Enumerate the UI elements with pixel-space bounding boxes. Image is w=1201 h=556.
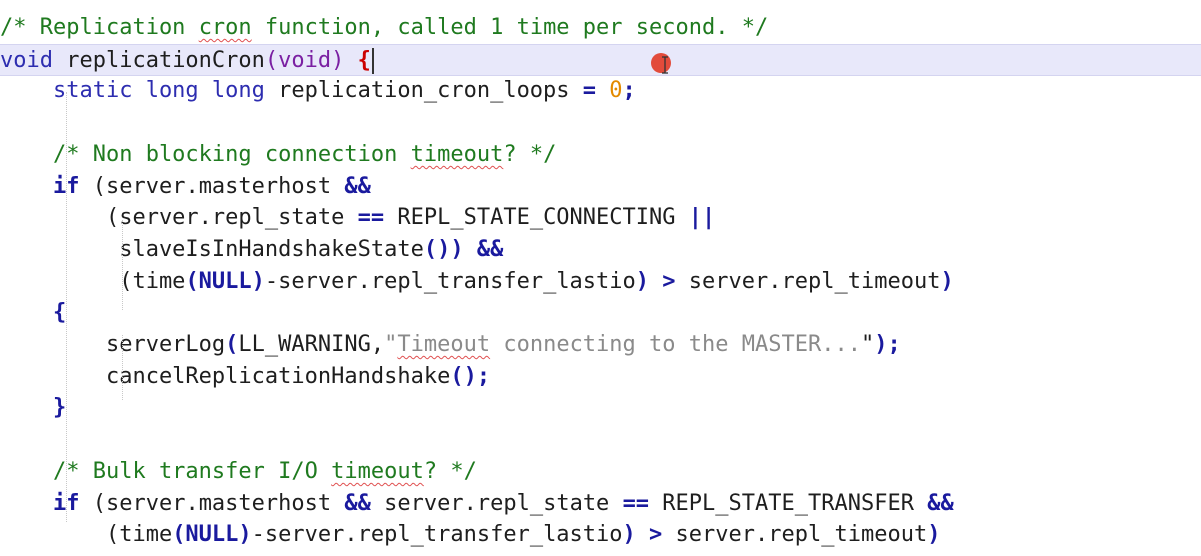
code-token: server.repl_timeout [675,268,941,294]
code-token: = [582,78,597,104]
code-token: (); [450,363,491,389]
code-token: ? */ [423,458,477,484]
code-token: /* Replication [0,15,199,40]
code-line[interactable]: } [0,392,1201,424]
code-token: timeout [410,141,504,167]
code-token: LL_WARNING, [238,332,385,357]
code-token: REPL_STATE_TRANSFER [649,490,928,516]
code-token: timeout [331,458,424,484]
code-line[interactable]: serverLog(LL_WARNING,"Timeout connecting… [0,329,1201,361]
code-token: { [52,300,67,326]
code-line[interactable]: if (server.masterhost && [0,171,1201,203]
code-token: function, called 1 time per second. */ [251,15,769,40]
code-token: ; [622,78,636,104]
code-line[interactable]: (time(NULL)-server.repl_transfer_lastio)… [0,266,1201,298]
code-line[interactable]: { [0,297,1201,329]
code-token: REPL_STATE_CONNECTING [384,205,689,231]
text-cursor-icon [662,56,668,74]
code-token: ); [874,332,901,357]
code-token: void [0,47,53,73]
indent-guide [66,92,67,522]
code-line[interactable]: /* Non blocking connection timeout? */ [0,139,1201,171]
code-token: ) [927,522,941,548]
code-line[interactable]: void replicationCron(void) { [0,43,1201,76]
code-token: (NULL) [172,522,252,548]
code-line[interactable]: /* Replication cron function, called 1 t… [0,12,1201,44]
code-token: == [357,205,385,231]
code-token: } [52,395,67,421]
code-token: (server.masterhost [79,173,345,199]
code-token: == [622,490,650,516]
code-token: ) [635,268,650,294]
code-token: -server.repl_transfer_lastio [264,268,636,294]
code-token: > [662,268,676,294]
code-token: (time [0,268,186,294]
code-token: 0 [609,78,623,104]
code-token: " [384,332,398,357]
code-line[interactable]: if (server.masterhost && server.repl_sta… [0,488,1201,520]
code-token: (void) [264,47,345,73]
code-token: && [476,236,504,262]
code-token: serverLog [0,332,226,357]
code-token: ) [940,268,954,294]
code-token: /* Bulk transfer I/O [0,458,332,484]
code-token: > [649,522,663,548]
code-token: && [344,490,371,516]
code-token: replication_cron_loops [264,78,583,104]
code-token: { [357,47,371,73]
code-line[interactable] [0,424,1201,456]
code-token: (NULL) [185,268,265,294]
code-line[interactable]: (time(NULL)-server.repl_transfer_lastio)… [0,519,1201,551]
indent-guide [122,335,123,400]
code-token: ? */ [503,141,557,167]
code-token: ( [225,332,239,357]
code-token: replicationCron [52,47,265,73]
code-token: ) [622,522,636,548]
code-token: /* Non blocking connection [0,141,411,167]
code-line[interactable] [0,107,1201,139]
text-caret [371,47,374,74]
code-line[interactable]: cancelReplicationHandshake(); [0,361,1201,393]
code-token: (server.repl_state [0,205,358,231]
code-token: || [688,205,716,231]
code-token: -server.repl_transfer_lastio [251,522,623,548]
code-editor[interactable]: /* Replication cron function, called 1 t… [0,0,1201,556]
code-token: (time [0,522,173,548]
code-token: connecting to the MASTER... [490,332,861,357]
code-token: " [860,332,875,357]
code-token: server.repl_state [370,490,623,516]
code-token: static long long [0,78,265,104]
code-token: slaveIsInHandshakeState [0,236,424,262]
code-token: server.repl_timeout [662,522,928,548]
code-token: && [344,173,371,199]
code-line[interactable]: (server.repl_state == REPL_STATE_CONNECT… [0,202,1201,234]
code-token: && [927,490,954,516]
code-token: ()) [423,236,464,262]
code-line[interactable]: slaveIsInHandshakeState()) && [0,234,1201,266]
code-line[interactable]: /* Bulk transfer I/O timeout? */ [0,456,1201,488]
code-token: Timeout [397,332,491,357]
indent-guide [122,220,123,310]
code-token: cron [198,15,252,40]
code-token: cancelReplicationHandshake [0,363,451,389]
code-line[interactable]: static long long replication_cron_loops … [0,75,1201,107]
code-token: (server.masterhost [79,490,345,516]
